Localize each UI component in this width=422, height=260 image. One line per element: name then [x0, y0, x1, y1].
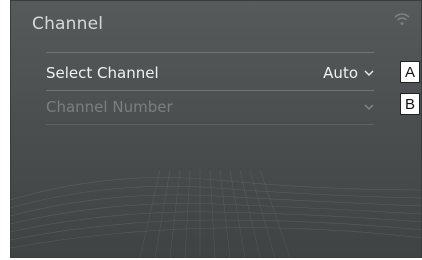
select-channel-value[interactable]: Auto [323, 64, 374, 82]
chevron-down-icon [364, 104, 374, 111]
channel-screen: Channel Select Channel Auto Channel Numb… [10, 0, 422, 258]
callout-label-b: B [400, 93, 420, 115]
select-channel-current-value: Auto [323, 64, 358, 82]
callout-label-a: A [400, 61, 420, 83]
signal-strength-icon [394, 13, 410, 25]
divider-middle [46, 90, 374, 91]
chevron-down-icon [364, 70, 374, 77]
select-channel-row[interactable]: Select Channel Auto [46, 58, 374, 88]
divider-bottom [46, 124, 374, 125]
decorative-wave-background [10, 169, 422, 258]
channel-number-label: Channel Number [46, 98, 173, 116]
screen-title: Channel [32, 14, 104, 34]
select-channel-label: Select Channel [46, 64, 159, 82]
channel-number-row: Channel Number [46, 92, 374, 122]
divider-top [46, 52, 374, 53]
